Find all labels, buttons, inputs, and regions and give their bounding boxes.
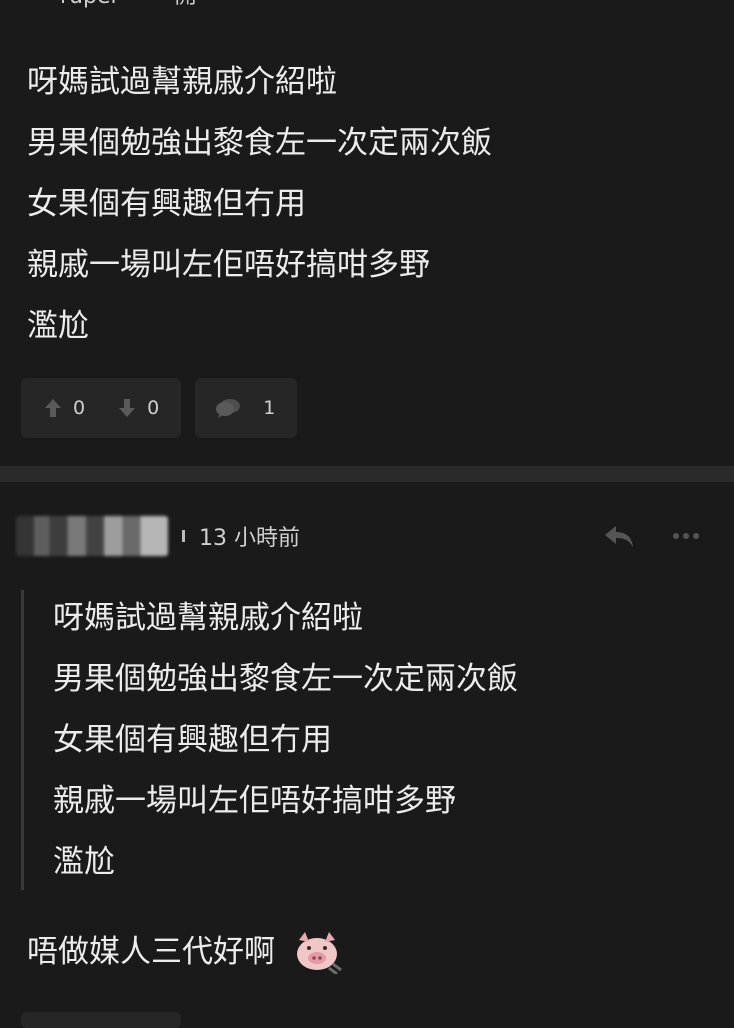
quote-line: 濫尬 — [53, 844, 115, 880]
more-icon[interactable] — [672, 532, 700, 540]
quote-line: 呀媽試過幫親戚介紹啦 — [53, 600, 363, 636]
post-line: 呀媽試過幫親戚介紹啦 — [27, 64, 337, 100]
post-line: 親戚一場叫左佢唔好搞咁多野 — [27, 247, 430, 283]
meta-separator — [182, 530, 185, 542]
downvote-button[interactable]: 0 — [117, 397, 159, 419]
comment-time: 13 小時前 — [199, 526, 300, 551]
comment-tools — [602, 523, 700, 549]
reply-text-row: 唔做媒人三代好啊 — [27, 922, 345, 982]
comment-count: 1 — [263, 397, 276, 419]
downvote-count: 0 — [147, 397, 160, 419]
reply-icon[interactable] — [602, 523, 636, 549]
vote-pill: 0 0 — [21, 378, 182, 438]
next-action-pill — [21, 1012, 181, 1028]
upvote-count: 0 — [73, 397, 86, 419]
upvote-button[interactable]: 0 — [43, 397, 85, 419]
post-line: 女果個有興趣但冇用 — [27, 186, 306, 222]
top-fragment: ruper - 開 — [60, 0, 196, 8]
post-line: 濫尬 — [27, 308, 89, 344]
post-line: 男果個勉強出黎食左一次定兩次飯 — [27, 125, 492, 161]
post-actions: 0 0 1 — [21, 378, 298, 438]
pig-emoji-icon — [289, 930, 345, 976]
comment-bubbles-icon — [215, 397, 241, 419]
reply-text: 唔做媒人三代好啊 — [27, 934, 275, 970]
section-divider — [0, 466, 734, 482]
quote-line: 男果個勉強出黎食左一次定兩次飯 — [53, 661, 518, 697]
comment-meta: 13 小時前 — [16, 514, 734, 558]
top-username: ruper — [60, 0, 120, 8]
blurred-username — [16, 516, 168, 556]
post-body: 呀媽試過幫親戚介紹啦 男果個勉強出黎食左一次定兩次飯 女果個有興趣但冇用 親戚一… — [27, 52, 492, 357]
comment-button[interactable]: 1 — [195, 378, 298, 438]
quote-line: 女果個有興趣但冇用 — [53, 722, 332, 758]
quote-line: 親戚一場叫左佢唔好搞咁多野 — [53, 783, 456, 819]
arrow-down-icon — [117, 397, 137, 419]
top-mark: - 開 — [160, 0, 197, 8]
quoted-text: 呀媽試過幫親戚介紹啦 男果個勉強出黎食左一次定兩次飯 女果個有興趣但冇用 親戚一… — [21, 590, 661, 890]
arrow-up-icon — [43, 397, 63, 419]
